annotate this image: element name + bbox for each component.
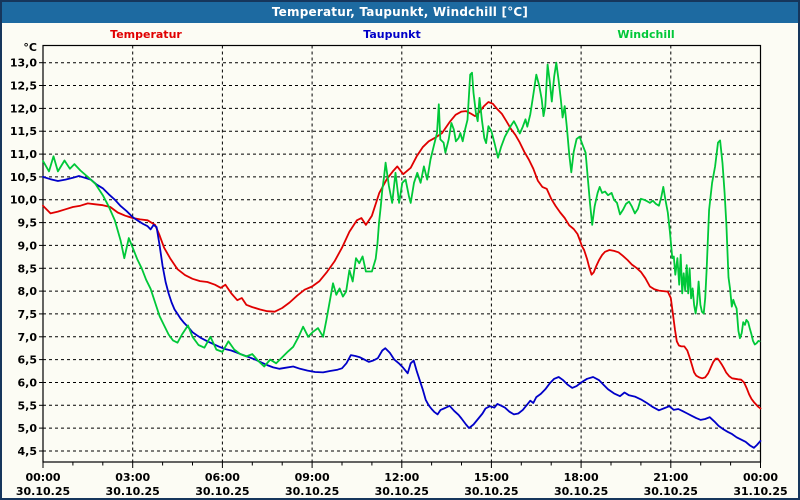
x-tick-time: 09:00 xyxy=(295,471,330,484)
x-tick-date: 30.10.25 xyxy=(106,485,160,498)
x-tick-date: 30.10.25 xyxy=(554,485,608,498)
chart-plot-area: 13,0 12,5 12,0 11,5 11,0 10,5 10,0 9,5 9,0 8,5 8,0… xyxy=(2,2,800,500)
x-tick-time: 00:00 xyxy=(25,471,60,484)
y-tick-label: 4,5 xyxy=(18,445,38,458)
y-tick-label: 10,0 xyxy=(10,194,37,207)
x-tick-time: 00:00 xyxy=(743,471,778,484)
weather-chart-window: Temperatur, Taupunkt, Windchill [°C] Tem… xyxy=(0,0,800,500)
x-tick-date: 30.10.25 xyxy=(644,485,698,498)
x-tick-date: 30.10.25 xyxy=(16,485,70,498)
x-tick-time: 03:00 xyxy=(115,471,150,484)
x-tick-time: 21:00 xyxy=(653,471,688,484)
y-tick-label: 12,0 xyxy=(10,102,37,115)
y-tick-label: 7,5 xyxy=(18,308,38,321)
x-tick-date: 30.10.25 xyxy=(195,485,249,498)
y-tick-label: 8,5 xyxy=(18,262,38,275)
x-tick-date: 30.10.25 xyxy=(285,485,339,498)
y-tick-label: 6,5 xyxy=(18,354,38,367)
y-tick-label: 11,5 xyxy=(10,125,37,138)
y-axis-unit: °C xyxy=(23,41,37,54)
y-tick-label: 9,0 xyxy=(18,239,38,252)
y-tick-label: 6,0 xyxy=(18,377,38,390)
y-tick-label: 9,5 xyxy=(18,217,38,230)
y-tick-label: 7,0 xyxy=(18,331,38,344)
x-tick-date: 30.10.25 xyxy=(464,485,518,498)
x-tick-date: 31.10.25 xyxy=(733,485,787,498)
y-tick-label: 10,5 xyxy=(10,171,37,184)
y-tick-label: 8,0 xyxy=(18,285,38,298)
y-tick-label: 11,0 xyxy=(10,148,37,161)
x-tick-time: 12:00 xyxy=(384,471,419,484)
y-tick-label: 12,5 xyxy=(10,80,37,93)
y-tick-label: 5,5 xyxy=(18,399,38,412)
x-tick-date: 30.10.25 xyxy=(375,485,429,498)
y-tick-label: 5,0 xyxy=(18,422,38,435)
y-tick-label: 13,0 xyxy=(10,57,37,70)
x-tick-time: 06:00 xyxy=(205,471,240,484)
x-tick-time: 18:00 xyxy=(564,471,599,484)
x-tick-time: 15:00 xyxy=(474,471,509,484)
